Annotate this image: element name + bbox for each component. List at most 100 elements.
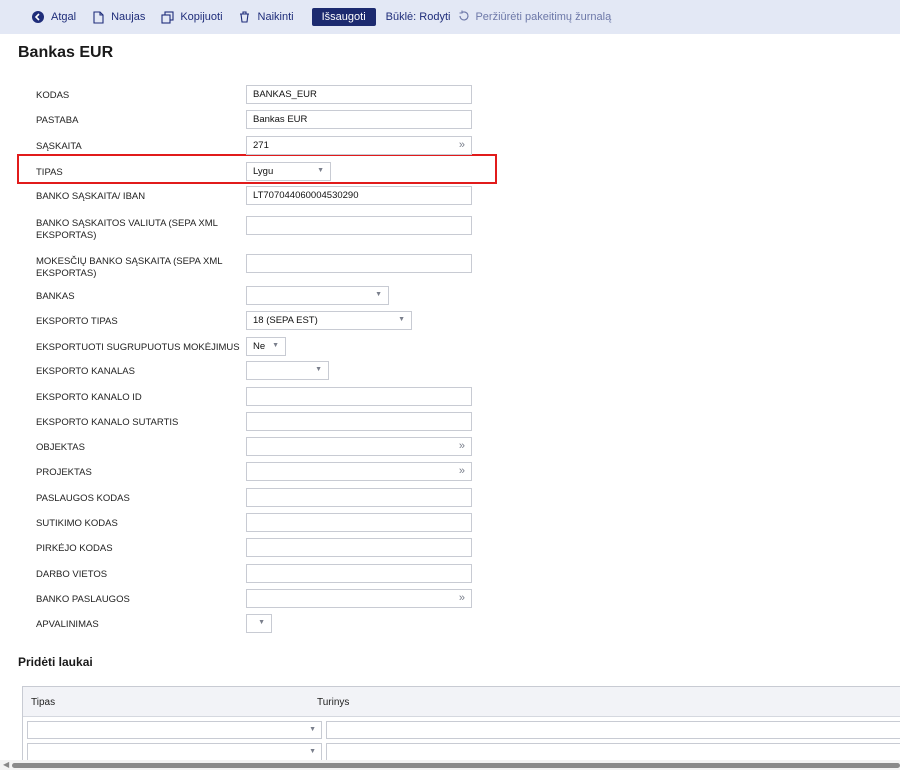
- back-label: Atgal: [51, 11, 77, 23]
- section-title: Pridėti laukai: [18, 655, 93, 669]
- row-projektas: PROJEKTAS »: [36, 462, 476, 481]
- document-icon: [90, 10, 106, 24]
- tipas-value: Lygu: [253, 166, 274, 177]
- copy-icon: [159, 10, 175, 24]
- field-label: BANKO SĄSKAITA/ IBAN: [36, 191, 146, 202]
- pirkejo-kodas-input[interactable]: [246, 538, 472, 557]
- horizontal-scrollbar[interactable]: ◀: [0, 760, 900, 770]
- dropdown-arrow-icon: ▼: [317, 167, 324, 174]
- row-kodas: KODAS BANKAS_EUR: [36, 85, 476, 104]
- field-label: MOKESČIŲ BANKO SĄSKAITA (SEPA XML EKSPOR…: [36, 256, 223, 279]
- field-label: EKSPORTO TIPAS: [36, 316, 118, 327]
- row-saskaita: SĄSKAITA 271 »: [36, 136, 476, 155]
- row-tipas: TIPAS Lygu ▼: [36, 162, 476, 181]
- field-label: EKSPORTO KANALO SUTARTIS: [36, 417, 179, 428]
- field-label: EKSPORTUOTI SUGRUPUOTUS MOKĖJIMUS: [36, 342, 240, 353]
- dropdown-arrow-icon: ▼: [315, 366, 322, 373]
- kodas-input[interactable]: BANKAS_EUR: [246, 85, 472, 104]
- row-type-select[interactable]: ▼: [27, 743, 322, 761]
- history-icon: [458, 10, 470, 25]
- kanalas-select[interactable]: ▼: [246, 361, 329, 380]
- field-label: EKSPORTO KANALAS: [36, 366, 135, 377]
- new-button[interactable]: Naujas: [90, 10, 146, 24]
- field-label: PIRKĖJO KODAS: [36, 543, 113, 554]
- row-banko-paslaugos: BANKO PASLAUGOS »: [36, 589, 476, 608]
- delete-label: Naikinti: [257, 11, 294, 23]
- double-chevron-icon[interactable]: »: [459, 440, 465, 452]
- objektas-input[interactable]: »: [246, 437, 472, 456]
- field-label: SUTIKIMO KODAS: [36, 518, 118, 529]
- darbo-vietos-input[interactable]: [246, 564, 472, 583]
- scroll-left-icon[interactable]: ◀: [3, 760, 9, 769]
- projektas-input[interactable]: »: [246, 462, 472, 481]
- dropdown-arrow-icon: ▼: [375, 291, 382, 298]
- field-label: TIPAS: [36, 167, 63, 178]
- eksporto-tipas-value: 18 (SEPA EST): [253, 315, 318, 326]
- row-valiuta: BANKO SĄSKAITOS VALIUTA (SEPA XML EKSPOR…: [36, 213, 476, 242]
- row-mokesciu: MOKESČIŲ BANKO SĄSKAITA (SEPA XML EKSPOR…: [36, 251, 476, 280]
- table-header: Tipas Turinys: [23, 687, 900, 717]
- double-chevron-icon[interactable]: »: [459, 592, 465, 604]
- delete-button[interactable]: Naikinti: [237, 11, 294, 23]
- toolbar: Atgal Naujas Kopijuoti Naikinti Išsaugot…: [0, 0, 900, 34]
- row-sutikimo-kodas: SUTIKIMO KODAS: [36, 513, 476, 532]
- field-label: PASTABA: [36, 115, 79, 126]
- mokesciu-input[interactable]: [246, 254, 472, 273]
- double-chevron-icon[interactable]: »: [459, 465, 465, 477]
- field-label: PROJEKTAS: [36, 467, 92, 478]
- scrollbar-thumb[interactable]: [12, 763, 900, 768]
- eksporto-tipas-select[interactable]: 18 (SEPA EST) ▼: [246, 311, 412, 330]
- row-bankas: BANKAS ▼: [36, 286, 476, 305]
- field-label: PASLAUGOS KODAS: [36, 493, 130, 504]
- field-label: EKSPORTO KANALO ID: [36, 392, 142, 403]
- new-label: Naujas: [111, 11, 146, 23]
- save-button[interactable]: Išsaugoti: [311, 8, 376, 26]
- field-label: OBJEKTAS: [36, 442, 85, 453]
- field-label: BANKO PASLAUGOS: [36, 594, 130, 605]
- banko-paslaugos-input[interactable]: »: [246, 589, 472, 608]
- status-toggle[interactable]: Būklė: Rodyti: [386, 11, 451, 23]
- row-objektas: OBJEKTAS »: [36, 437, 476, 456]
- row-iban: BANKO SĄSKAITA/ IBAN LT70704406000453029…: [36, 186, 476, 205]
- copy-label: Kopijuoti: [180, 11, 223, 23]
- field-label: BANKAS: [36, 291, 75, 302]
- row-pirkejo-kodas: PIRKĖJO KODAS: [36, 538, 476, 557]
- row-sugrupuotus: EKSPORTUOTI SUGRUPUOTUS MOKĖJIMUS Ne ▼: [36, 337, 476, 356]
- saskaita-value: 271: [253, 140, 269, 151]
- column-header-tipas: Tipas: [31, 697, 56, 708]
- valiuta-input[interactable]: [246, 216, 472, 235]
- pastaba-input[interactable]: Bankas EUR: [246, 110, 472, 129]
- row-content-input[interactable]: [326, 721, 900, 739]
- back-button[interactable]: Atgal: [30, 11, 76, 23]
- tipas-select[interactable]: Lygu ▼: [246, 162, 331, 181]
- field-label: SĄSKAITA: [36, 141, 82, 152]
- dropdown-arrow-icon: ▼: [258, 619, 265, 626]
- row-kanalas: EKSPORTO KANALAS ▼: [36, 361, 476, 380]
- kanalo-id-input[interactable]: [246, 387, 472, 406]
- field-label: BANKO SĄSKAITOS VALIUTA (SEPA XML EKSPOR…: [36, 218, 218, 241]
- field-label: DARBO VIETOS: [36, 569, 108, 580]
- iban-input[interactable]: LT707044060004530290: [246, 186, 472, 205]
- copy-button[interactable]: Kopijuoti: [159, 10, 223, 24]
- page-title: Bankas EUR: [18, 44, 114, 61]
- row-kanalo-id: EKSPORTO KANALO ID: [36, 387, 476, 406]
- dropdown-arrow-icon: ▼: [272, 342, 279, 349]
- row-apvalinimas: APVALINIMAS ▼: [36, 614, 476, 633]
- dropdown-arrow-icon: ▼: [398, 316, 405, 323]
- sugrupuotus-select[interactable]: Ne ▼: [246, 337, 286, 356]
- row-kanalo-sutartis: EKSPORTO KANALO SUTARTIS: [36, 412, 476, 431]
- sutikimo-kodas-input[interactable]: [246, 513, 472, 532]
- row-content-input[interactable]: [326, 743, 900, 761]
- dropdown-arrow-icon: ▼: [309, 726, 316, 733]
- kanalo-sutartis-input[interactable]: [246, 412, 472, 431]
- apvalinimas-select[interactable]: ▼: [246, 614, 272, 633]
- paslaugos-kodas-input[interactable]: [246, 488, 472, 507]
- row-pastaba: PASTABA Bankas EUR: [36, 110, 476, 129]
- row-type-select[interactable]: ▼: [27, 721, 322, 739]
- bankas-select[interactable]: ▼: [246, 286, 389, 305]
- extra-fields-table: Tipas Turinys ▼ ▼: [22, 686, 900, 770]
- double-chevron-icon[interactable]: »: [459, 139, 465, 151]
- row-paslaugos-kodas: PASLAUGOS KODAS: [36, 488, 476, 507]
- saskaita-input[interactable]: 271 »: [246, 136, 472, 155]
- view-log-link[interactable]: Peržiūrėti pakeitimų žurnalą: [458, 10, 611, 25]
